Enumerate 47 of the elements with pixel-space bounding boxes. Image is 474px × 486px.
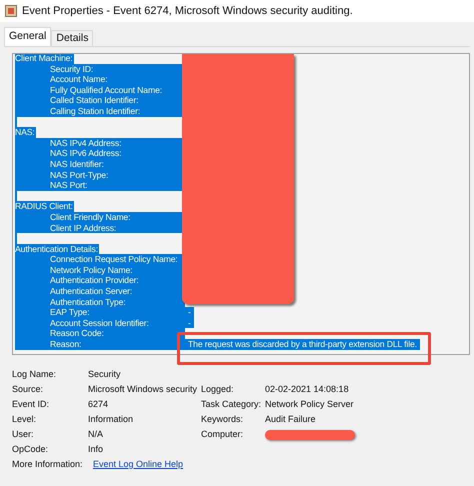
property-label: Logged: [201, 382, 235, 396]
property-label: OpCode: [12, 442, 50, 456]
tab[interactable]: General [4, 27, 52, 46]
field-label: NAS IPv6 Address: [15, 148, 185, 159]
property-label: Computer: [201, 428, 244, 441]
field-label: Authentication Type: [15, 296, 185, 308]
property-value: 02-02-2021 14:08:18 [265, 382, 349, 396]
field-value: The request was discarded by a third-party extension DLL file. [185, 339, 420, 350]
field-value: - [185, 318, 194, 328]
field-label: Called Station Identifier: [15, 95, 185, 106]
property-value: Network Policy Server [265, 398, 354, 411]
property-value: Security [88, 368, 122, 381]
field-label: Reason: [15, 339, 185, 350]
section-heading: RADIUS Client: [15, 201, 74, 212]
property-value: Audit Failure [265, 412, 316, 426]
window-title: Event Properties - Event 6274, Microsoft Windows security auditing. [22, 4, 353, 19]
field-label: Authentication Provider: [15, 275, 185, 286]
help-link[interactable]: Event Log Online Help [93, 458, 184, 472]
property-label: Level: [12, 412, 38, 426]
field-label: NAS Port: [15, 180, 185, 191]
field-label: Connection Request Policy Name: [15, 254, 185, 265]
field-label: EAP Type: [15, 307, 185, 318]
field-label: Account Session Identifier: [15, 318, 185, 328]
section-heading: Authentication Details: [15, 244, 99, 254]
property-label: Task Category: [201, 398, 262, 411]
field-label: Client Friendly Name: [15, 212, 185, 222]
property-label: Log Name: [12, 368, 58, 381]
field-label: Authentication Server: [15, 286, 185, 297]
property-label: Event ID: [12, 398, 50, 411]
field-label: NAS IPv4 Address: [15, 138, 185, 148]
section-heading: NAS: [15, 127, 36, 138]
property-value: 6274 [88, 398, 110, 411]
property-value: Info [88, 442, 104, 456]
tab[interactable]: Details [51, 30, 94, 46]
field-label: Reason Code: [15, 328, 185, 340]
property-label: More Information: [12, 458, 84, 471]
app-icon [5, 5, 17, 17]
field-value: - [185, 307, 194, 318]
field-label: Security ID: [15, 64, 185, 74]
property-label: Source: [12, 382, 44, 396]
field-label: Account Name: [15, 74, 185, 85]
property-label: User: [12, 428, 35, 441]
section-heading: Client Machine: [15, 54, 74, 64]
property-label: Keywords: [201, 412, 244, 426]
property-value: Information [88, 412, 134, 426]
property-value: N/A [88, 428, 104, 441]
property-value: Microsoft Windows security [88, 382, 198, 396]
